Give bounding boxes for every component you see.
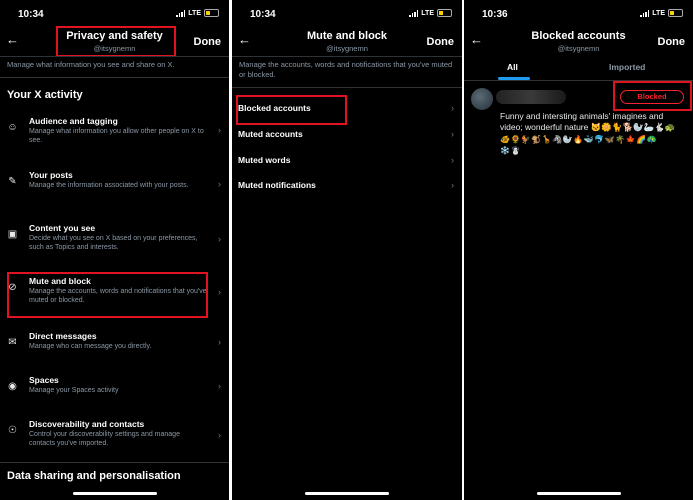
tab-imported[interactable]: Imported [609,62,645,72]
blurred-account-name [496,90,566,104]
account-bio: Funny and intersting animals' imagines a… [500,111,676,132]
battery-icon [437,9,452,17]
signal-icon [176,9,186,17]
setting-title: Discoverability and contacts [29,419,145,429]
discover-contacts-icon: ☉ [8,425,17,436]
setting-spaces[interactable]: ◉ Spaces Manage your Spaces activity › [0,375,229,405]
status-icons: LTE [640,9,683,17]
home-indicator [536,492,621,495]
setting-title: Spaces [29,375,59,385]
status-bar: 10:36 LTE [464,0,693,26]
nav-bar: ← Mute and block @itsygnemn Done [232,26,462,56]
divider [0,77,229,78]
pencil-icon: ✎ [8,176,17,187]
screenshot-collage: 10:34 LTE ← Privacy and safety @itsygnem… [0,0,693,500]
setting-title: Direct messages [29,331,97,341]
nav-bar: ← Blocked accounts @itsygnemn Done [464,26,693,56]
setting-discoverability-and-contacts[interactable]: ☉ Discoverability and contacts Control y… [0,419,229,459]
setting-your-posts[interactable]: ✎ Your posts Manage the information asso… [0,170,229,210]
setting-content-you-see[interactable]: ▣ Content you see Decide what you see on… [0,223,229,263]
done-button[interactable]: Done [658,36,686,48]
menu-muted-words[interactable]: Muted words › [232,152,462,168]
divider [232,87,462,88]
setting-direct-messages[interactable]: ✉ Direct messages Manage who can message… [0,331,229,361]
chevron-right-icon: › [218,125,221,135]
signal-icon [640,9,650,17]
home-indicator [305,492,389,495]
bio-emoji-line: ❄️☃️ [500,146,521,155]
envelope-icon: ✉ [8,337,17,348]
status-icons: LTE [409,9,452,17]
tab-bar: All Imported [464,56,693,80]
setting-title: Content you see [29,223,96,233]
divider [232,56,462,57]
network-label: LTE [652,9,665,17]
done-button[interactable]: Done [427,36,455,48]
chevron-right-icon: › [218,179,221,189]
menu-label: Muted notifications [238,180,316,190]
mute-and-block-screen: 10:34 LTE ← Mute and block @itsygnemn Do… [232,0,462,500]
tab-all[interactable]: All [507,62,518,72]
section-data-sharing: Data sharing and personalisation [7,470,181,482]
status-time: 10:36 [482,9,508,20]
privacy-safety-screen: 10:34 LTE ← Privacy and safety @itsygnem… [0,0,229,500]
chevron-right-icon: › [218,430,221,440]
divider [0,56,229,57]
blocked-accounts-screen: 10:36 LTE ← Blocked accounts @itsygnemn … [464,0,693,500]
menu-label: Muted words [238,155,291,165]
status-time: 10:34 [18,9,44,20]
chevron-right-icon: › [451,155,454,165]
section-your-x-activity: Your X activity [7,89,83,101]
setting-title: Audience and tagging [29,116,118,126]
menu-muted-notifications[interactable]: Muted notifications › [232,177,462,193]
signal-icon [409,9,419,17]
chevron-right-icon: › [218,337,221,347]
spaces-mic-icon: ◉ [8,381,17,392]
menu-muted-accounts[interactable]: Muted accounts › [232,126,462,142]
setting-desc: Manage who can message you directly. [29,343,152,350]
page-description: Manage the accounts, words and notificat… [239,60,453,79]
mute-block-highlight-box [7,272,208,318]
setting-title: Your posts [29,170,73,180]
menu-label: Muted accounts [238,129,303,139]
status-time: 10:34 [250,9,276,20]
status-bar: 10:34 LTE [232,0,462,26]
setting-desc: Decide what you see on X based on your p… [29,235,198,251]
avatar[interactable] [471,88,493,110]
home-indicator [72,492,157,495]
battery-icon [204,9,219,17]
status-bar: 10:34 LTE [0,0,229,26]
chevron-right-icon: › [451,180,454,190]
done-button[interactable]: Done [194,36,222,48]
title-highlight-box [56,26,176,57]
setting-desc: Manage your Spaces activity [29,387,119,394]
battery-icon [668,9,683,17]
status-icons: LTE [176,9,219,17]
page-description: Manage what information you see and shar… [7,60,175,69]
setting-desc: Manage what information you allow other … [29,128,204,144]
chevron-right-icon: › [451,129,454,139]
setting-desc: Control your discoverability settings an… [29,431,180,447]
setting-audience-and-tagging[interactable]: ☺ Audience and tagging Manage what infor… [0,116,229,156]
people-tag-icon: ☺ [7,122,18,133]
chevron-right-icon: › [218,234,221,244]
content-window-icon: ▣ [7,229,18,240]
chevron-right-icon: › [218,287,221,297]
network-label: LTE [188,9,201,17]
divider [0,462,229,463]
bio-emoji-line: 🐠🌻🐓🐒🦒🦓🦭🔥🐳🐬🦋🌴🍁🌈🦚 [500,135,657,144]
chevron-right-icon: › [218,381,221,391]
blocked-accounts-highlight-box [236,95,347,125]
chevron-right-icon: › [451,103,454,113]
network-label: LTE [421,9,434,17]
setting-desc: Manage the information associated with y… [29,182,189,189]
blocked-button-highlight-box [613,81,692,111]
